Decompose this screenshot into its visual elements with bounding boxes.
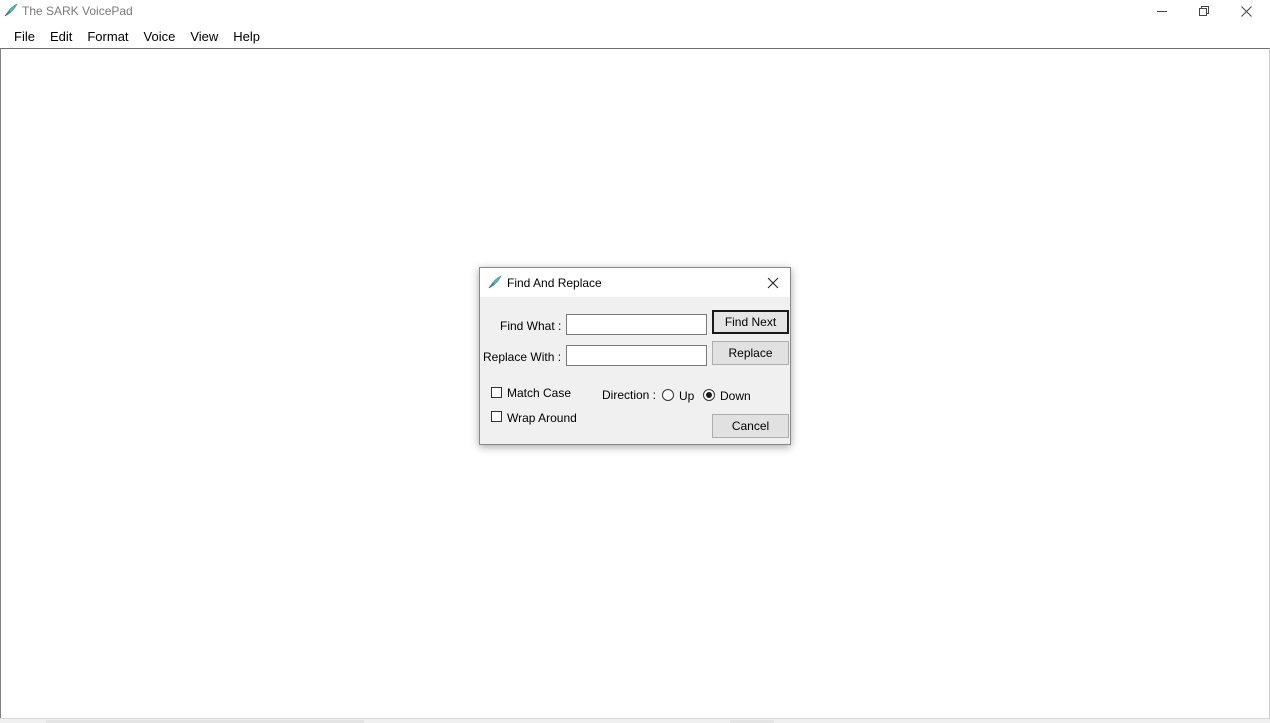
find-next-button[interactable]: Find Next	[712, 310, 789, 334]
direction-down-label[interactable]: Down	[720, 389, 751, 403]
find-replace-dialog: Find And Replace Find What : Find Next R…	[479, 267, 791, 445]
dialog-title: Find And Replace	[507, 276, 602, 290]
menu-format[interactable]: Format	[80, 26, 135, 47]
replace-with-label: Replace With :	[483, 350, 562, 364]
direction-label: Direction :	[602, 388, 657, 402]
dialog-title-bar[interactable]: Find And Replace	[480, 268, 790, 297]
radio-selected-dot	[706, 392, 712, 398]
app-window: The SARK VoicePad File Edit Format Voice…	[0, 0, 1270, 723]
quill-pen-icon	[488, 275, 502, 289]
quill-pen-icon	[4, 3, 18, 17]
menu-file[interactable]: File	[7, 26, 42, 47]
menu-bar: File Edit Format Voice View Help	[0, 24, 1270, 48]
replace-button[interactable]: Replace	[712, 341, 789, 365]
menu-edit[interactable]: Edit	[43, 26, 79, 47]
replace-with-input[interactable]	[566, 345, 707, 366]
wrap-around-label[interactable]: Wrap Around	[507, 411, 577, 425]
direction-up-radio[interactable]	[662, 389, 674, 401]
close-icon	[767, 277, 779, 289]
dialog-close-button[interactable]	[764, 274, 782, 292]
menu-help[interactable]: Help	[226, 26, 267, 47]
find-what-input[interactable]	[566, 314, 707, 335]
title-bar[interactable]: The SARK VoicePad	[0, 0, 1270, 23]
close-icon	[1240, 5, 1252, 17]
status-strip	[0, 718, 1270, 723]
cancel-button[interactable]: Cancel	[712, 414, 789, 438]
close-button[interactable]	[1225, 0, 1267, 22]
direction-up-label[interactable]: Up	[679, 389, 694, 403]
restore-icon	[1199, 6, 1209, 16]
find-what-label: Find What :	[500, 319, 562, 333]
minimize-button[interactable]	[1141, 0, 1183, 22]
match-case-checkbox[interactable]	[491, 387, 502, 398]
minimize-icon	[1157, 11, 1167, 12]
direction-down-radio[interactable]	[703, 389, 715, 401]
match-case-label[interactable]: Match Case	[507, 386, 571, 400]
window-title: The SARK VoicePad	[22, 4, 133, 18]
menu-voice[interactable]: Voice	[137, 26, 183, 47]
wrap-around-checkbox[interactable]	[491, 411, 502, 422]
restore-button[interactable]	[1183, 0, 1225, 22]
menu-view[interactable]: View	[183, 26, 225, 47]
